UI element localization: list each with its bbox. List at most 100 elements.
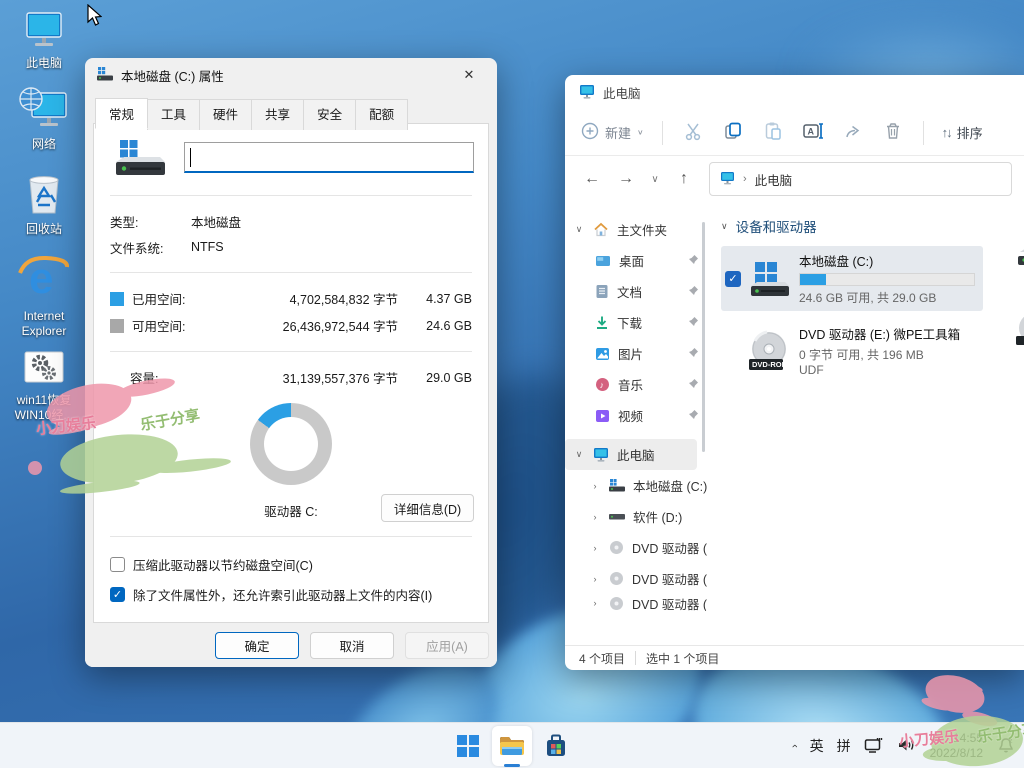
- sidebar-item-videos[interactable]: 视频: [565, 400, 707, 431]
- volume-tray-icon[interactable]: [897, 736, 917, 757]
- paste-button[interactable]: [755, 115, 791, 151]
- sort-button[interactable]: ↑↓ 排序: [936, 115, 989, 151]
- recycle-bin-icon: [22, 172, 66, 219]
- sidebar-item-pictures[interactable]: 图片: [565, 338, 707, 369]
- cut-button[interactable]: [675, 115, 711, 151]
- collapse-chevron-icon: ∨: [573, 224, 585, 235]
- ime-english-indicator[interactable]: 英: [810, 736, 824, 756]
- tab-tools[interactable]: 工具: [147, 99, 200, 130]
- capacity-row: 容量: 31,139,557,376 字节 29.0 GB: [108, 364, 474, 391]
- sidebar-item-downloads[interactable]: 下载: [565, 307, 707, 338]
- copy-button[interactable]: [715, 115, 751, 151]
- apply-button[interactable]: 应用(A): [405, 632, 489, 659]
- tray-overflow-chevron-icon[interactable]: ›: [789, 744, 801, 748]
- close-icon[interactable]: ✕: [453, 62, 485, 88]
- properties-dialog: 本地磁盘 (C:) 属性 ✕ 常规 工具 硬件 共享 安全 配额 类型: 本地磁…: [85, 58, 497, 667]
- network-tray-icon[interactable]: [864, 736, 884, 757]
- taskbar-clock[interactable]: 14:55 2022/8/12: [930, 731, 983, 761]
- index-checkbox[interactable]: ✓: [110, 587, 125, 602]
- compress-checkbox[interactable]: [110, 557, 125, 572]
- forward-button[interactable]: →: [611, 164, 641, 194]
- system-tray: › 英 拼 14:55 2022/8/12 z: [793, 723, 1018, 768]
- desktop-icon-this-pc[interactable]: 此电脑: [6, 10, 82, 71]
- index-checkbox-row[interactable]: ✓ 除了文件属性外，还允许索引此驱动器上文件的内容(I): [108, 579, 474, 609]
- tab-hardware[interactable]: 硬件: [199, 99, 252, 130]
- share-icon: [843, 121, 863, 144]
- dialog-titlebar[interactable]: 本地磁盘 (C:) 属性 ✕: [85, 58, 497, 92]
- tab-sharing[interactable]: 共享: [251, 99, 304, 130]
- recent-locations-chevron[interactable]: ∨: [645, 164, 665, 194]
- sidebar-item-dvd-f[interactable]: › DVD 驱动器 (F: [565, 563, 707, 594]
- tab-general[interactable]: 常规: [95, 98, 148, 129]
- new-button[interactable]: 新建 ∨: [575, 115, 650, 151]
- sidebar-item-drive-d[interactable]: › 软件 (D:): [565, 501, 707, 532]
- dvd-icon: [609, 540, 624, 555]
- videos-icon: [595, 409, 610, 423]
- details-button[interactable]: 详细信息(D): [381, 494, 474, 522]
- pin-icon: [688, 378, 699, 392]
- free-space-label: 可用空间:: [132, 316, 242, 335]
- sidebar-item-dvd-e[interactable]: › DVD 驱动器 (E: [565, 532, 707, 563]
- drive-info: 0 字节 可用, 共 196 MB: [799, 346, 975, 363]
- capacity-bytes: 31,139,557,376 字节: [242, 368, 398, 387]
- ime-pinyin-indicator[interactable]: 拼: [837, 736, 851, 756]
- explorer-titlebar[interactable]: 此电脑: [565, 75, 1024, 110]
- used-space-bytes: 4,702,584,832 字节: [242, 289, 398, 308]
- drive-c-icon: [609, 479, 625, 492]
- sidebar-item-local-disk-c[interactable]: › 本地磁盘 (C:): [565, 470, 707, 501]
- network-icon: [18, 87, 70, 134]
- drive-item-dvd-e[interactable]: DVD-ROM DVD 驱动器 (E:) 微PE工具箱 0 字节 可用, 共 1…: [721, 319, 983, 382]
- expand-chevron-icon: ›: [589, 481, 601, 491]
- dvd-icon: [609, 596, 624, 611]
- ok-button[interactable]: 确定: [215, 632, 299, 659]
- desktop-icon-recycle-bin[interactable]: 回收站: [6, 172, 82, 237]
- sidebar-item-label: 此电脑: [617, 445, 655, 464]
- item-checkbox[interactable]: ✓: [725, 271, 741, 287]
- sidebar-item-music[interactable]: ♪ 音乐: [565, 369, 707, 400]
- sidebar-item-desktop[interactable]: 桌面: [565, 245, 707, 276]
- delete-button[interactable]: [875, 115, 911, 151]
- free-space-swatch: [110, 319, 124, 333]
- section-devices-and-drives[interactable]: ∨ 设备和驱动器: [721, 216, 1024, 236]
- cancel-button[interactable]: 取消: [310, 632, 394, 659]
- general-tab-page: 类型: 本地磁盘 文件系统: NTFS 已用空间: 4,702,584,832 …: [93, 123, 489, 623]
- desktop-icon-network[interactable]: 网络: [6, 87, 82, 152]
- expand-chevron-icon: ›: [589, 543, 601, 553]
- sidebar-item-documents[interactable]: 文档: [565, 276, 707, 307]
- tab-quota[interactable]: 配额: [355, 99, 408, 130]
- desktop-icon-win11-restore[interactable]: win11恢复 WIN10经...: [6, 349, 82, 423]
- copy-icon: [723, 121, 743, 144]
- item-count: 4 个项目: [579, 650, 625, 667]
- file-explorer-taskbar-button[interactable]: [492, 726, 532, 766]
- sidebar-scrollbar[interactable]: [702, 222, 705, 452]
- address-bar[interactable]: › 此电脑: [709, 162, 1012, 196]
- microsoft-store-taskbar-button[interactable]: [536, 726, 576, 766]
- desktop-icon-label: 此电脑: [26, 56, 62, 71]
- sidebar-item-home[interactable]: ∨ 主文件夹: [565, 214, 707, 245]
- tab-security[interactable]: 安全: [303, 99, 356, 130]
- sidebar-item-this-pc[interactable]: ∨ 此电脑: [565, 439, 697, 470]
- drive-usage-bar: [799, 273, 975, 286]
- desktop-icon-internet-explorer[interactable]: e Internet Explorer: [6, 251, 82, 339]
- compress-checkbox-row[interactable]: 压缩此驱动器以节约磁盘空间(C): [108, 549, 474, 579]
- desktop-icon-column: 此电脑 网络 回收站 e Internet Explorer win11恢复 W…: [6, 10, 82, 439]
- filesystem-row: 文件系统: NTFS: [108, 234, 474, 260]
- pin-icon: [688, 316, 699, 330]
- drive-item-c[interactable]: ✓ 本地磁盘 (C:) 24.6 GB 可用, 共 29.0 GB: [721, 246, 983, 311]
- sidebar-item-label: 软件 (D:): [633, 507, 682, 526]
- back-button[interactable]: ←: [577, 164, 607, 194]
- up-button[interactable]: ↑: [669, 164, 699, 194]
- notification-bell-icon[interactable]: z: [996, 735, 1018, 758]
- breadcrumb-this-pc[interactable]: 此电脑: [755, 170, 793, 189]
- start-button[interactable]: [448, 726, 488, 766]
- sidebar-item-dvd-f2[interactable]: › DVD 驱动器 (F:): [565, 594, 707, 612]
- rename-button[interactable]: A: [795, 115, 831, 151]
- capacity-label: 容量:: [130, 368, 242, 387]
- share-button[interactable]: [835, 115, 871, 151]
- volume-label-input[interactable]: [184, 142, 474, 173]
- navigation-pane: ∨ 主文件夹 桌面 文档 下载: [565, 202, 707, 645]
- toolbar-divider: [923, 121, 924, 145]
- sort-button-label: 排序: [957, 123, 983, 142]
- disk-usage-donut-chart: [250, 403, 332, 485]
- dvd-rom-badge: DVD-ROM: [752, 360, 788, 369]
